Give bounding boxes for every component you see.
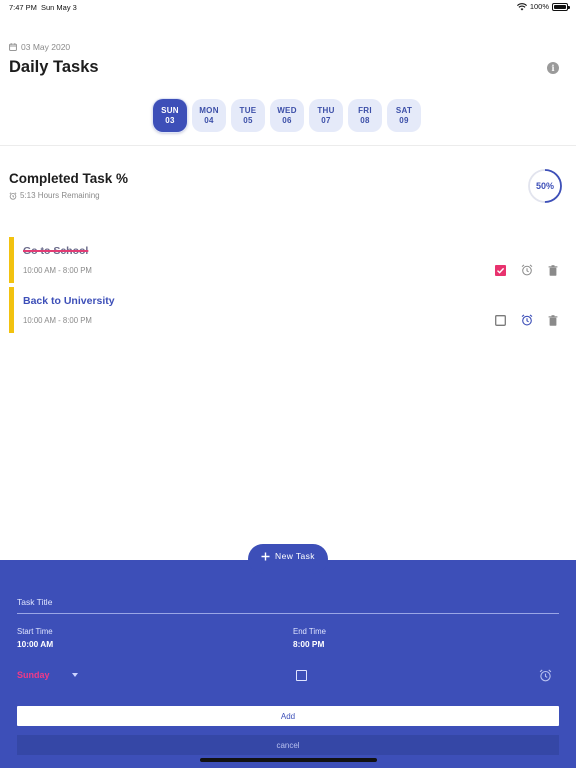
task-title-input[interactable] (17, 590, 559, 614)
new-task-sheet: Start Time 10:00 AM End Time 8:00 PM Sun… (0, 560, 576, 768)
end-time-field[interactable]: End Time 8:00 PM (293, 627, 326, 649)
day-number: 09 (399, 115, 409, 125)
cancel-button[interactable]: cancel (17, 735, 559, 755)
sheet-checkbox[interactable] (296, 670, 307, 681)
day-chip-tue[interactable]: TUE 05 (231, 99, 265, 132)
battery-icon (552, 2, 570, 11)
trash-icon[interactable] (548, 264, 558, 276)
day-name: SAT (395, 105, 413, 115)
day-dropdown-value: Sunday (17, 670, 50, 680)
remaining-time: 5:13 Hours Remaining (9, 191, 100, 200)
calendar-icon (9, 43, 17, 51)
day-name: WED (277, 105, 297, 115)
divider (0, 145, 576, 146)
battery-percent: 100% (529, 2, 549, 11)
task-actions (495, 314, 558, 326)
alarm-icon[interactable] (521, 314, 533, 326)
task-color-bar (9, 287, 14, 333)
day-name: FRI (358, 105, 372, 115)
day-chip-sat[interactable]: SAT 09 (387, 99, 421, 132)
checkbox-checked-icon[interactable] (495, 264, 506, 276)
day-number: 04 (204, 115, 214, 125)
day-chip-thu[interactable]: THU 07 (309, 99, 343, 132)
task-time: 10:00 AM - 8:00 PM (23, 266, 92, 275)
checkbox-icon[interactable] (495, 314, 506, 326)
new-task-button[interactable]: New Task (248, 544, 328, 574)
day-number: 07 (321, 115, 331, 125)
day-number: 08 (360, 115, 370, 125)
day-number: 06 (282, 115, 292, 125)
new-task-label: New Task (275, 551, 315, 561)
start-time-label: Start Time (17, 627, 53, 636)
alarm-icon (9, 191, 17, 200)
status-bar: 7:47 PM Sun May 3 100% (0, 0, 576, 14)
date-row: 03 May 2020 (9, 42, 70, 52)
page-title: Daily Tasks (9, 58, 99, 76)
day-name: MON (199, 105, 219, 115)
task-item: Back to University 10:00 AM - 8:00 PM (9, 287, 564, 333)
status-time: 7:47 PM (9, 3, 37, 12)
end-time-value: 8:00 PM (293, 639, 325, 649)
day-number: 05 (243, 115, 253, 125)
info-icon[interactable]: i (547, 62, 559, 74)
day-selector: SUN 03 MON 04 TUE 05 WED 06 THU 07 FRI 08 SAT 09 (153, 99, 421, 132)
task-title[interactable]: Go to School (23, 245, 88, 257)
day-chip-sun[interactable]: SUN 03 (153, 99, 187, 132)
status-date: Sun May 3 (41, 3, 77, 12)
day-chip-mon[interactable]: MON 04 (192, 99, 226, 132)
dropdown-caret-icon (71, 673, 78, 677)
day-name: TUE (239, 105, 257, 115)
end-time-label: End Time (293, 627, 326, 636)
task-title[interactable]: Back to University (23, 295, 115, 307)
home-indicator (200, 758, 377, 762)
remaining-label: 5:13 Hours Remaining (20, 191, 100, 200)
add-button[interactable]: Add (17, 706, 559, 726)
day-number: 03 (165, 115, 175, 125)
plus-icon (261, 552, 270, 561)
day-chip-wed[interactable]: WED 06 (270, 99, 304, 132)
start-time-field[interactable]: Start Time 10:00 AM (17, 627, 53, 649)
day-dropdown[interactable]: Sunday (17, 670, 78, 680)
trash-icon[interactable] (548, 314, 558, 326)
alarm-icon[interactable] (521, 264, 533, 276)
day-name: THU (317, 105, 335, 115)
completed-task-title: Completed Task % (9, 171, 129, 186)
start-time-value: 10:00 AM (17, 639, 54, 649)
task-color-bar (9, 237, 14, 283)
progress-percent: 50% (535, 181, 554, 191)
status-right: 100% (516, 2, 570, 11)
day-chip-fri[interactable]: FRI 08 (348, 99, 382, 132)
task-time: 10:00 AM - 8:00 PM (23, 316, 92, 325)
day-name: SUN (161, 105, 179, 115)
wifi-icon (516, 2, 527, 10)
current-date: 03 May 2020 (21, 42, 71, 52)
task-item: Go to School 10:00 AM - 8:00 PM (9, 237, 564, 283)
task-actions (495, 264, 558, 276)
alarm-icon[interactable] (539, 669, 552, 682)
